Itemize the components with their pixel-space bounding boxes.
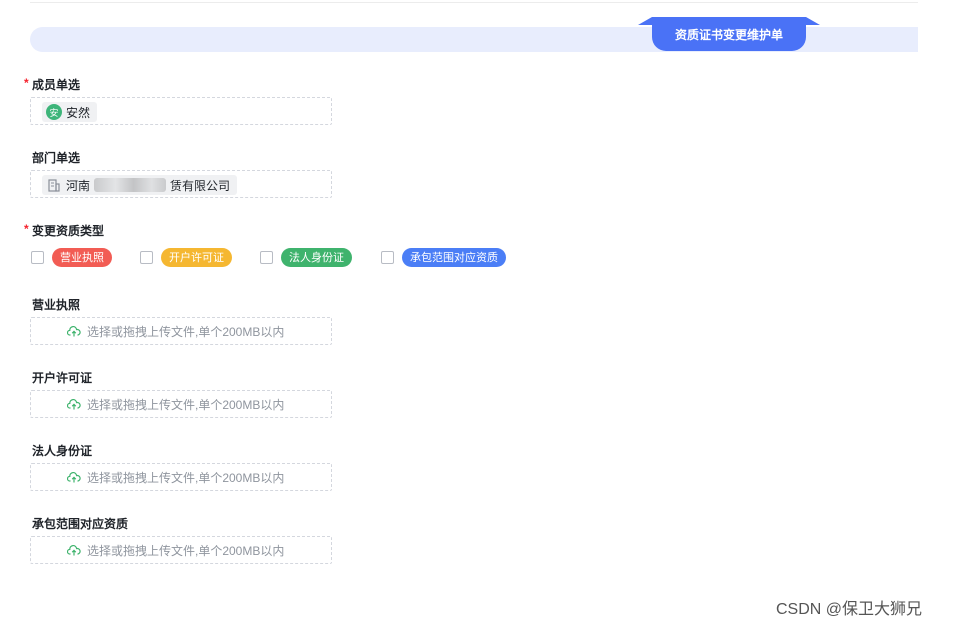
cloud-upload-icon [67,325,81,337]
tag-contract-qualification: 承包范围对应资质 [402,247,506,267]
form-title-tab: 资质证书变更维护单 [638,17,820,51]
tag-account-permit: 开户许可证 [161,247,232,267]
option-business-license[interactable]: 营业执照 [31,247,112,267]
change-type-options: 营业执照 开户许可证 法人身份证 承包范围对应资质 [30,247,550,267]
checkbox[interactable] [381,250,394,264]
upload-contract-qualification[interactable]: 选择或拖拽上传文件,单个200MB以内 [30,536,332,564]
member-chip-text: 安然 [66,105,91,120]
member-select[interactable]: 安 安然 [30,97,332,125]
upload-legal-id[interactable]: 选择或拖拽上传文件,单个200MB以内 [30,463,332,491]
required-mark: * [24,222,29,236]
change-type-label: * 变更资质类型 [24,222,105,238]
top-divider [30,2,918,3]
upload-business-license[interactable]: 选择或拖拽上传文件,单个200MB以内 [30,317,332,345]
upload-label-account-permit: 开户许可证 [32,371,93,385]
upload-placeholder: 选择或拖拽上传文件,单个200MB以内 [87,543,285,558]
watermark: CSDN @保卫大狮兄 [776,601,923,618]
upload-account-permit[interactable]: 选择或拖拽上传文件,单个200MB以内 [30,390,332,418]
checkbox[interactable] [140,250,153,264]
upload-label-contract-qualification: 承包范围对应资质 [32,517,129,531]
cloud-upload-icon [67,471,81,483]
form-title: 资质证书变更维护单 [674,27,783,42]
redacted-blur [94,178,167,192]
department-select[interactable]: 河南 赁有限公司 [30,170,332,198]
cloud-upload-icon [67,544,81,556]
member-chip[interactable]: 安 安然 [42,102,98,122]
tag-business-license: 营业执照 [52,247,112,267]
upload-label-legal-id: 法人身份证 [32,444,93,458]
department-label: 部门单选 [32,151,81,165]
upload-placeholder: 选择或拖拽上传文件,单个200MB以内 [87,397,285,412]
tag-legal-id: 法人身份证 [281,247,352,267]
department-chip[interactable]: 河南 赁有限公司 [42,175,238,195]
department-chip-prefix: 河南 [66,178,91,193]
member-label: * 成员单选 [24,76,81,92]
building-icon [46,177,62,193]
checkbox[interactable] [260,250,273,264]
checkbox[interactable] [31,250,44,264]
required-mark: * [24,76,29,90]
upload-placeholder: 选择或拖拽上传文件,单个200MB以内 [87,324,285,339]
upload-placeholder: 选择或拖拽上传文件,单个200MB以内 [87,470,285,485]
cloud-upload-icon [67,398,81,410]
avatar: 安 [46,104,62,120]
department-chip-suffix: 赁有限公司 [170,178,231,193]
option-legal-id[interactable]: 法人身份证 [260,247,352,267]
option-contract-qualification[interactable]: 承包范围对应资质 [381,247,506,267]
upload-label-business-license: 营业执照 [32,298,81,312]
option-account-permit[interactable]: 开户许可证 [140,247,232,267]
